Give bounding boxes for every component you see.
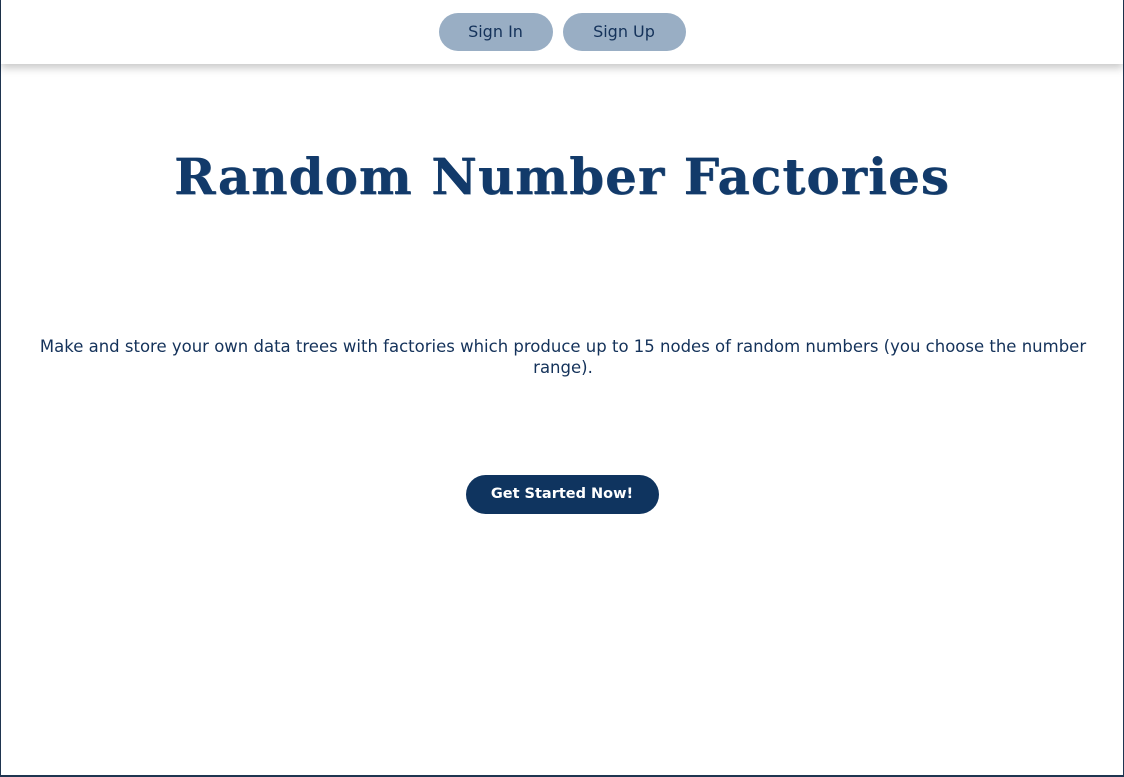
- cta-container: Get Started Now!: [1, 475, 1123, 514]
- hero-description: Make and store your own data trees with …: [39, 337, 1087, 377]
- get-started-button[interactable]: Get Started Now!: [465, 475, 659, 514]
- landing-page: Sign In Sign Up Random Number Factories …: [0, 0, 1124, 777]
- sign-up-button[interactable]: Sign Up: [562, 13, 686, 51]
- auth-buttons: Sign In Sign Up: [1, 13, 1123, 51]
- page-title: Random Number Factories: [174, 147, 950, 206]
- top-navigation-bar: Sign In Sign Up: [1, 0, 1123, 64]
- sign-in-button[interactable]: Sign In: [438, 13, 553, 51]
